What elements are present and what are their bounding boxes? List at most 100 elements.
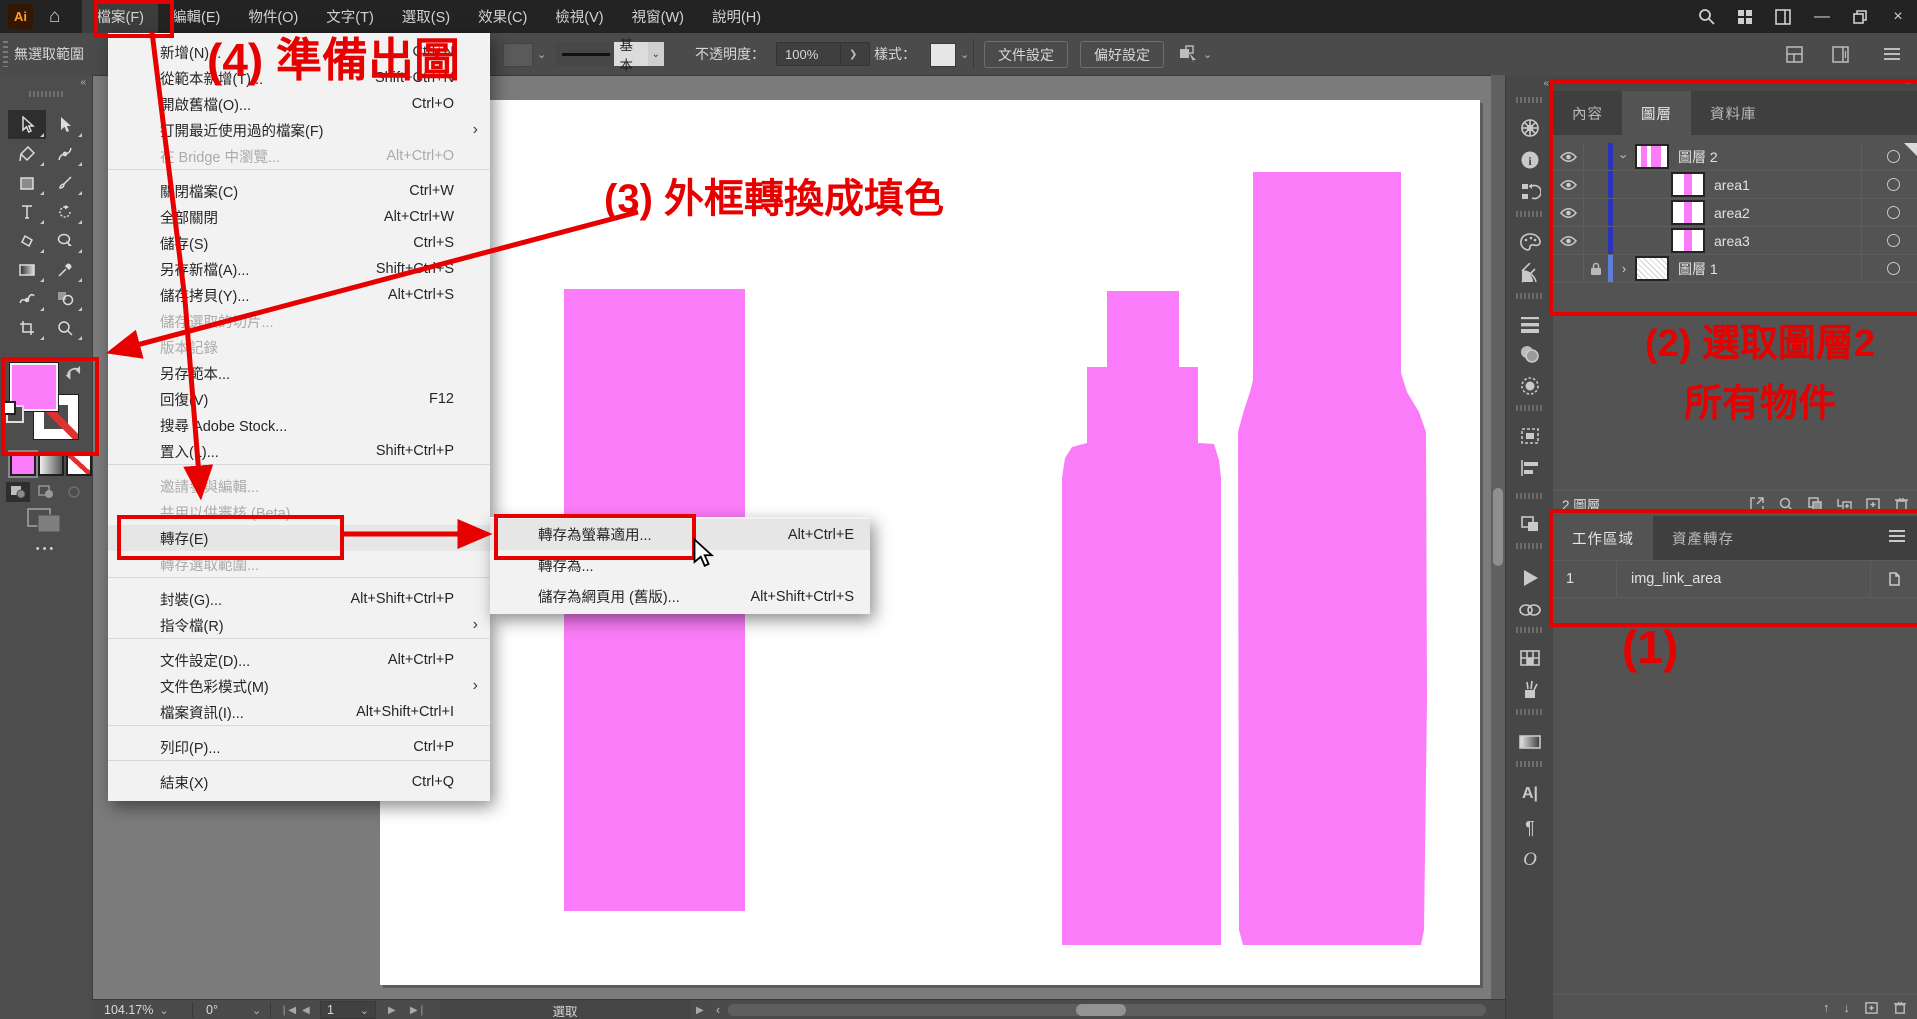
color-guide-icon[interactable] [1516,261,1544,287]
artboard-name[interactable]: img_link_area [1617,571,1870,587]
file-menu-item[interactable]: 檔案資訊(I)... Alt+Shift+Ctrl+I › [108,699,490,726]
visibility-toggle[interactable] [1553,227,1584,254]
new-artboard-icon[interactable] [1864,1000,1879,1015]
file-menu-item[interactable]: 列印(P)... Ctrl+P › [108,734,490,761]
artboard-row[interactable]: 1 img_link_area [1553,560,1917,598]
menubar-item[interactable]: 視窗(W) [618,0,698,33]
arrange-panels-icon[interactable] [1775,9,1791,25]
file-menu-item[interactable]: 轉存選取範圍... › [108,551,490,578]
lock-toggle[interactable] [1584,227,1608,254]
layer-thumbnail[interactable] [1671,200,1705,225]
collapse-tools-icon[interactable]: « [80,77,86,88]
file-menu-item[interactable]: 在 Bridge 中瀏覽... Alt+Ctrl+O › [108,143,490,170]
lock-toggle[interactable] [1584,143,1608,170]
layer-name[interactable]: area1 [1714,177,1750,193]
opacity-input[interactable]: 100% [776,42,842,66]
workspace-grid-icon[interactable] [1737,9,1753,25]
last-artboard-icon[interactable]: ▶❘ [410,1000,426,1019]
expand-chevron-icon[interactable]: › [1613,149,1635,164]
expand-chevron-icon[interactable]: › [1613,177,1635,192]
file-menu-item[interactable]: 另存範本... › [108,360,490,386]
file-menu-item[interactable]: 邀請參與編輯... › [108,473,490,499]
panel-tab[interactable]: 內容 [1553,91,1622,135]
layer-name[interactable]: 圖層 2 [1678,147,1718,167]
panel-tab[interactable]: 資料庫 [1691,91,1776,135]
move-down-icon[interactable]: ↓ [1844,1000,1851,1015]
delete-artboard-icon[interactable] [1893,1000,1907,1015]
file-menu-item[interactable]: 文件設定(D)... Alt+Ctrl+P › [108,647,490,673]
visibility-toggle[interactable] [1553,255,1584,282]
scrollbar-left-icon[interactable]: ‹ [716,1000,720,1019]
menubar-item[interactable]: 檔案(F) [82,0,158,33]
fill-control-disabled[interactable] [503,43,533,67]
selection-tool[interactable] [8,110,46,139]
locate-object-icon[interactable] [1778,496,1794,512]
file-menu-item[interactable]: 結束(X) Ctrl+Q › [108,769,490,795]
lock-toggle[interactable] [1584,199,1608,226]
character-icon[interactable]: A| [1516,781,1544,807]
eraser-tool[interactable] [8,226,46,255]
layer-row[interactable]: › 圖層 1 [1553,255,1917,283]
layer-name[interactable]: area2 [1714,205,1750,221]
zoom-chevron-icon[interactable]: ⌄ [159,1004,168,1017]
artboard-page-icon[interactable] [1870,561,1917,597]
file-menu-item[interactable]: 搜尋 Adobe Stock... › [108,412,490,438]
fill-chevron-icon[interactable]: ⌄ [537,33,546,75]
layer-target-circle[interactable] [1887,178,1900,191]
style-swatch[interactable] [930,43,956,67]
file-menu-item[interactable]: 開啟舊檔(O)... Ctrl+O › [108,91,490,117]
file-menu-item[interactable]: 儲存(S) Ctrl+S › [108,230,490,256]
info-icon[interactable]: i [1516,147,1544,173]
menubar-item[interactable]: 文字(T) [312,0,388,33]
opacity-more-icon[interactable]: ❯ [840,42,870,66]
file-menu-item[interactable]: 打開最近使用過的檔案(F) › [108,117,490,143]
file-menu-item[interactable]: 全部關閉 Alt+Ctrl+W › [108,204,490,230]
panel-grid-icon[interactable] [1786,46,1803,63]
file-menu-item[interactable]: 轉存(E) › [108,525,490,551]
file-menu-item[interactable]: 儲存選取的切片... › [108,308,490,334]
width-tool[interactable] [8,284,46,313]
lock-toggle[interactable] [1584,171,1608,198]
version-history-icon[interactable] [1516,179,1544,205]
first-artboard-icon[interactable]: ❘◀ [280,1000,296,1019]
screen-mode-icon[interactable] [26,507,64,533]
properties-icon[interactable] [1516,115,1544,141]
rotate-tool[interactable] [46,197,84,226]
options-menu-icon[interactable] [1884,48,1900,50]
layer-thumbnail[interactable] [1635,144,1669,169]
direct-selection-tool[interactable] [46,110,84,139]
layer-thumbnail[interactable] [1671,228,1705,253]
gradient-panel-icon[interactable] [1516,729,1544,755]
document-setup-button[interactable]: 文件設定 [984,41,1068,68]
collapse-dock-icon[interactable]: « [1543,78,1549,89]
panel-tab[interactable]: 資產轉存 [1653,516,1753,560]
menubar-item[interactable]: 物件(O) [234,0,312,33]
file-menu-item[interactable]: 儲存拷貝(Y)... Alt+Ctrl+S › [108,282,490,308]
lock-toggle[interactable] [1584,255,1608,282]
style-chevron-icon[interactable]: ⌄ [960,33,969,75]
artboard-nav-select[interactable]: 1⌄ [320,1001,376,1019]
draw-behind-icon[interactable] [34,482,58,502]
layer-thumbnail[interactable] [1635,256,1669,281]
color-icon[interactable] [1516,229,1544,255]
collect-for-export-icon[interactable] [1749,496,1765,512]
file-menu-item[interactable]: 從範本新增(T)... Shift+Ctrl+N › [108,65,490,91]
layer-name[interactable]: 圖層 1 [1678,259,1718,279]
home-icon[interactable]: ⌂ [49,6,60,28]
next-artboard-icon[interactable]: ▶ [388,1000,396,1019]
stroke-style-value[interactable]: 基本 [614,42,648,66]
file-menu-item[interactable]: 封裝(G)... Alt+Shift+Ctrl+P › [108,586,490,612]
options-bar-grip[interactable] [3,41,8,67]
new-sublayer-icon[interactable] [1836,496,1852,512]
file-menu-item[interactable]: 指令檔(R) › [108,612,490,639]
menubar-item[interactable]: 效果(C) [464,0,541,33]
opentype-icon[interactable]: O [1516,847,1544,873]
visibility-toggle[interactable] [1553,143,1584,170]
zoom-level[interactable]: 104.17%⌄ [104,1000,169,1019]
submenu-item[interactable]: 轉存為... [490,550,870,581]
default-fill-stroke-icon[interactable] [6,405,24,423]
minimize-icon[interactable]: — [1813,8,1831,26]
panel-tab[interactable]: 工作區域 [1553,516,1653,560]
layer-row[interactable]: › area3 [1553,227,1917,255]
file-menu-item[interactable]: 文件色彩模式(M) › [108,673,490,699]
